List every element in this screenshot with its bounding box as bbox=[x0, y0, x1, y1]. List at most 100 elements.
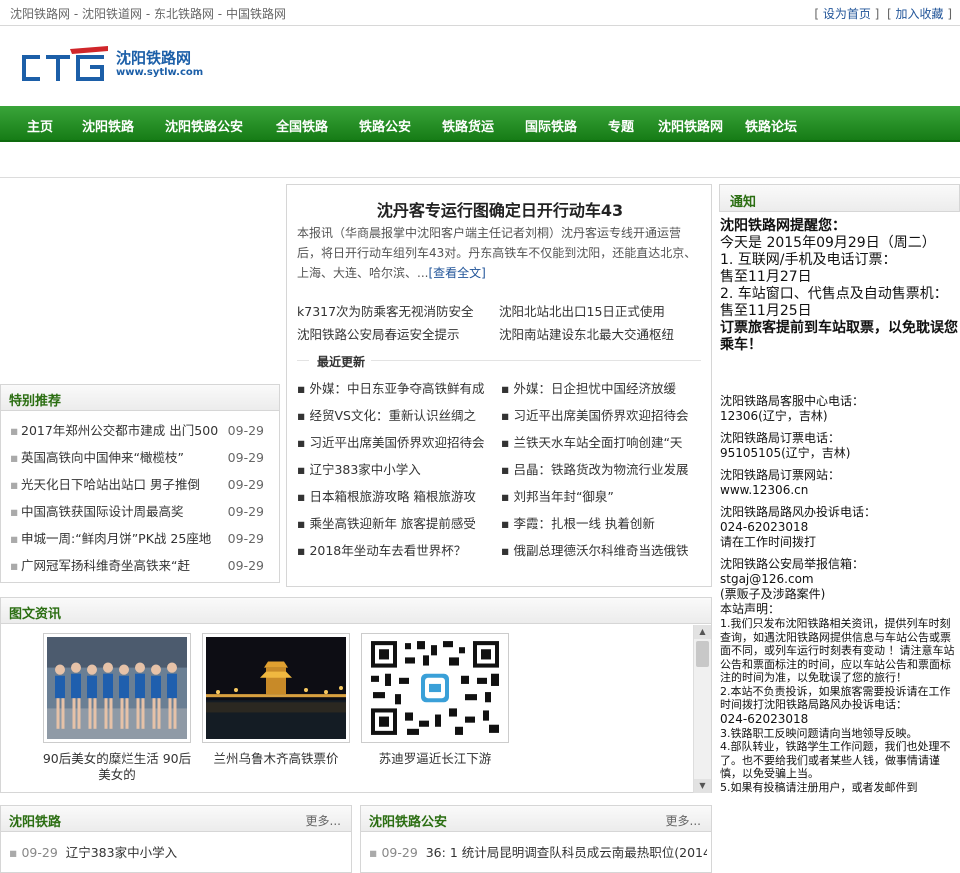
list-item[interactable]: ▪ 09-29 辽宁383家中小学入 bbox=[9, 842, 177, 861]
nav-shenyang-railway-police[interactable]: 沈阳铁路公安 bbox=[165, 116, 243, 135]
bullet-icon: ▪ bbox=[501, 543, 514, 558]
contact-label: 沈阳铁路局订票网站： bbox=[720, 468, 841, 482]
latest-item[interactable]: ▪ 俄副总理德沃尔科维奇当选俄铁 bbox=[501, 540, 701, 559]
photo-caption[interactable]: 兰州乌鲁木齐高铁票价 bbox=[201, 751, 351, 785]
headline-link[interactable]: 沈阳南站建设东北最大交通枢纽 bbox=[499, 324, 674, 343]
item-date: 09-29 bbox=[227, 477, 264, 492]
bullet-icon: ▪ bbox=[297, 381, 310, 396]
featured-news-panel: 沈丹客专运行图确定日开行动车43 本报讯（华商晨报掌中沈阳客户端主任记者刘桐）沈… bbox=[286, 184, 712, 587]
statement-text: 4.部队转业，铁路学生工作问题，我们也处理不了。也不要给我们或者某些人钱，做事情… bbox=[720, 740, 951, 780]
list-item[interactable]: ▪ 英国高铁向中国伸来“橄榄枝” 09-29 bbox=[1, 444, 279, 471]
contact-value: 12306(辽宁，吉林) bbox=[720, 409, 828, 423]
headline-link[interactable]: k7317次为防乘客无视消防安全 bbox=[297, 301, 474, 320]
latest-item[interactable]: ▪ 吕晶：铁路货改为物流行业发展 bbox=[501, 459, 701, 478]
latest-item[interactable]: ▪ 2018年坐动车去看世界杯？ bbox=[297, 540, 497, 559]
bullet-icon: ▪ bbox=[369, 845, 382, 860]
site-logo[interactable]: 沈阳铁路网 www.sytlw.com bbox=[18, 45, 228, 87]
item-link[interactable]: 申城一周:“鲜肉月饼”PK战 25座地 bbox=[21, 531, 211, 546]
latest-item[interactable]: ▪ 李霞：扎根一线 执着创新 bbox=[501, 513, 701, 532]
contact-value[interactable]: www.12306.cn bbox=[720, 483, 960, 498]
sub-bar bbox=[0, 144, 960, 178]
nav-home[interactable]: 主页 bbox=[27, 116, 53, 135]
list-item[interactable]: ▪ 申城一周:“鲜肉月饼”PK战 25座地 09-29 bbox=[1, 525, 279, 552]
top-bar: 沈阳铁路网 - 沈阳铁道网 - 东北铁路网 - 中国铁路网 [ 设为首页 ] [… bbox=[0, 0, 960, 26]
set-home-link[interactable]: 设为首页 bbox=[823, 7, 871, 21]
latest-item[interactable]: ▪ 日本箱根旅游攻略 箱根旅游攻 bbox=[297, 486, 497, 505]
notice-line: 售至11月27日 bbox=[720, 269, 812, 285]
complaint-phone: 024-62023018 bbox=[720, 520, 809, 534]
scroll-thumb[interactable] bbox=[696, 641, 709, 667]
photo-caption[interactable]: 90后美女的糜烂生活 90后美女的 bbox=[42, 751, 192, 785]
item-link[interactable]: 2017年郑州公交都市建成 出门500 bbox=[21, 423, 218, 438]
headline-link[interactable]: 沈阳北站北出口15日正式使用 bbox=[499, 301, 665, 320]
list-item[interactable]: ▪ 光天化日下哈站出站口 男子推倒 09-29 bbox=[1, 471, 279, 498]
headline-link[interactable]: 沈阳铁路公安局春运安全提示 bbox=[297, 324, 460, 343]
list-item[interactable]: ▪ 09-29 36: 1 统计局昆明调查队科员成云南最热职位(2014 bbox=[369, 842, 707, 861]
photo-thumbnail[interactable] bbox=[202, 633, 350, 743]
site-link[interactable]: 沈阳铁路网 bbox=[10, 7, 70, 21]
latest-item[interactable]: ▪ 辽宁383家中小学入 bbox=[297, 459, 497, 478]
nav-national-railway[interactable]: 全国铁路 bbox=[276, 116, 328, 135]
bullet-icon: ▪ bbox=[297, 489, 310, 504]
nav-international-railway[interactable]: 国际铁路 bbox=[525, 116, 577, 135]
latest-item[interactable]: ▪ 外媒：日企担忧中国经济放缓 bbox=[501, 378, 701, 397]
photo-night-city-image bbox=[206, 637, 346, 739]
recommend-title: 特别推荐 bbox=[9, 394, 62, 409]
list-item[interactable]: ▪ 中国高铁获国际设计周最高奖 09-29 bbox=[1, 498, 279, 525]
item-link[interactable]: 36: 1 统计局昆明调查队科员成云南最热职位(2014 bbox=[426, 845, 707, 860]
item-link[interactable]: 辽宁383家中小学入 bbox=[66, 845, 177, 860]
police-label: 沈阳铁路公安局举报信箱： bbox=[720, 557, 865, 571]
item-link[interactable]: 英国高铁向中国伸来“橄榄枝” bbox=[21, 450, 184, 465]
item-date: 09-29 bbox=[227, 450, 264, 465]
nav-railway-freight[interactable]: 铁路货运 bbox=[442, 116, 494, 135]
nav-forum[interactable]: 铁路论坛 bbox=[745, 116, 797, 135]
statement-text: 5.如果有投稿请注册用户，或者发邮件到 bbox=[720, 780, 918, 794]
site-link[interactable]: 中国铁路网 bbox=[226, 7, 286, 21]
latest-item[interactable]: ▪ 外媒：中日东亚争夺高铁鲜有成 bbox=[297, 378, 497, 397]
logo-url: www.sytlw.com bbox=[116, 67, 204, 78]
photo-caption[interactable]: 苏迪罗逼近长江下游 bbox=[360, 751, 510, 785]
site-links: 沈阳铁路网 - 沈阳铁道网 - 东北铁路网 - 中国铁路网 bbox=[10, 7, 286, 21]
nav-shenyang-railway[interactable]: 沈阳铁路 bbox=[82, 116, 134, 135]
list-item[interactable]: ▪ 广网冠军扬科维奇坐高铁来“赶 09-29 bbox=[1, 552, 279, 579]
statement-text: 3.铁路职工反映问题请向当地领导反映。 bbox=[720, 726, 918, 740]
item-date: 09-29 bbox=[381, 845, 418, 860]
shenyang-railway-panel: 沈阳铁路 更多... ▪ 09-29 辽宁383家中小学入 bbox=[0, 805, 352, 873]
latest-item[interactable]: ▪ 兰铁天水车站全面打响创建“天 bbox=[501, 432, 701, 451]
logo-mark-icon bbox=[22, 46, 108, 81]
scroll-up-icon[interactable]: ▲ bbox=[694, 625, 711, 639]
latest-item[interactable]: ▪ 经贸VS文化：重新认识丝绸之 bbox=[297, 405, 497, 424]
latest-item[interactable]: ▪ 刘邦当年封“御泉” bbox=[501, 486, 701, 505]
latest-item[interactable]: ▪ 乘坐高铁迎新年 旅客提前感受 bbox=[297, 513, 497, 532]
site-link[interactable]: 沈阳铁道网 bbox=[82, 7, 142, 21]
item-link[interactable]: 中国高铁获国际设计周最高奖 bbox=[21, 504, 184, 519]
pics-scrollbar[interactable]: ▲ ▼ bbox=[693, 625, 711, 793]
bullet-icon: ▪ bbox=[10, 477, 19, 492]
nav-sytlw[interactable]: 沈阳铁路网 bbox=[658, 116, 723, 135]
bullet-icon: ▪ bbox=[501, 489, 514, 504]
police-note: (票贩子及涉路案件) bbox=[720, 587, 826, 601]
latest-item[interactable]: ▪ 习近平出席美国侨界欢迎招待会 bbox=[297, 432, 497, 451]
list-item[interactable]: ▪ 2017年郑州公交都市建成 出门500 09-29 bbox=[1, 417, 279, 444]
notice-body: 沈阳铁路网提醒您： 今天是 2015年09月29日（周二） 1. 互联网/手机及… bbox=[720, 218, 960, 794]
featured-headline[interactable]: 沈丹客专运行图确定日开行动车43 bbox=[287, 197, 713, 221]
more-link[interactable]: 更多... bbox=[306, 812, 341, 829]
photo-thumbnail[interactable] bbox=[43, 633, 191, 743]
item-link[interactable]: 广网冠军扬科维奇坐高铁来“赶 bbox=[21, 558, 190, 573]
item-date: 09-29 bbox=[227, 423, 264, 438]
scroll-down-icon[interactable]: ▼ bbox=[694, 779, 711, 793]
statement-text: 2.本站不负责投诉，如果旅客需要投诉请在工作时间拨打沈阳铁路局路风办投诉电话： bbox=[720, 684, 951, 712]
police-email[interactable]: stgaj@126.com bbox=[720, 572, 960, 587]
read-more-link[interactable]: [查看全文] bbox=[428, 266, 485, 280]
latest-item[interactable]: ▪ 习近平出席美国侨界欢迎招待会 bbox=[501, 405, 701, 424]
item-link[interactable]: 光天化日下哈站出站口 男子推倒 bbox=[21, 477, 200, 492]
photo-thumbnail[interactable] bbox=[361, 633, 509, 743]
add-favorite-link[interactable]: 加入收藏 bbox=[895, 7, 943, 21]
site-link[interactable]: 东北铁路网 bbox=[154, 7, 214, 21]
item-date: 09-29 bbox=[21, 845, 58, 860]
nav-railway-police[interactable]: 铁路公安 bbox=[359, 116, 411, 135]
nav-topics[interactable]: 专题 bbox=[608, 116, 634, 135]
notice-line: 2. 车站窗口、代售点及自动售票机： bbox=[720, 286, 948, 302]
more-link[interactable]: 更多... bbox=[666, 812, 701, 829]
main-nav: 主页 沈阳铁路 沈阳铁路公安 全国铁路 铁路公安 铁路货运 国际铁路 专题 沈阳… bbox=[0, 106, 960, 142]
